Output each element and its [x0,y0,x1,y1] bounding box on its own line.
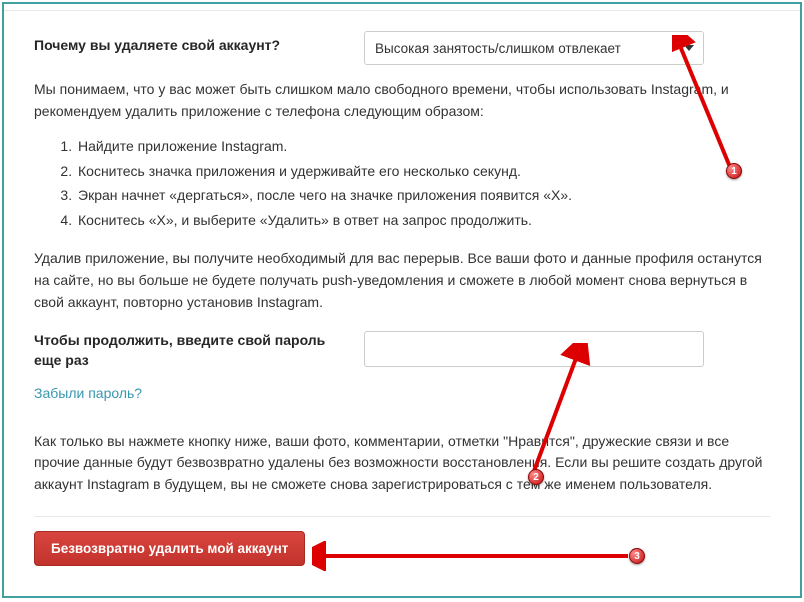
reason-select-wrap: Высокая занятость/слишком отвлекает [364,31,704,65]
step-item: Коснитесь «X», и выберите «Удалить» в от… [76,208,770,233]
password-input[interactable] [364,331,704,367]
password-label: Чтобы продолжить, введите свой пароль ещ… [34,331,364,370]
content-area: Почему вы удаляете свой аккаунт? Высокая… [4,10,800,596]
reason-label: Почему вы удаляете свой аккаунт? [34,31,364,53]
post-steps-paragraph: Удалив приложение, вы получите необходим… [34,248,770,313]
divider [34,516,770,517]
uninstall-steps: Найдите приложение Instagram. Коснитесь … [76,134,770,232]
warning-paragraph: Как только вы нажмете кнопку ниже, ваши … [34,431,770,496]
annotation-badge-3: 3 [629,548,645,564]
step-item: Найдите приложение Instagram. [76,134,770,159]
password-row: Чтобы продолжить, введите свой пароль ещ… [34,331,770,370]
step-item: Коснитесь значка приложения и удерживайт… [76,159,770,184]
reason-row: Почему вы удаляете свой аккаунт? Высокая… [34,31,770,65]
annotation-arrow-3 [312,541,642,571]
window-frame: Почему вы удаляете свой аккаунт? Высокая… [2,2,802,598]
step-item: Экран начнет «дергаться», после чего на … [76,183,770,208]
forgot-password-link[interactable]: Забыли пароль? [34,385,142,401]
intro-paragraph: Мы понимаем, что у вас может быть слишко… [34,79,770,122]
delete-account-button[interactable]: Безвозвратно удалить мой аккаунт [34,531,305,566]
reason-select[interactable]: Высокая занятость/слишком отвлекает [364,31,704,65]
